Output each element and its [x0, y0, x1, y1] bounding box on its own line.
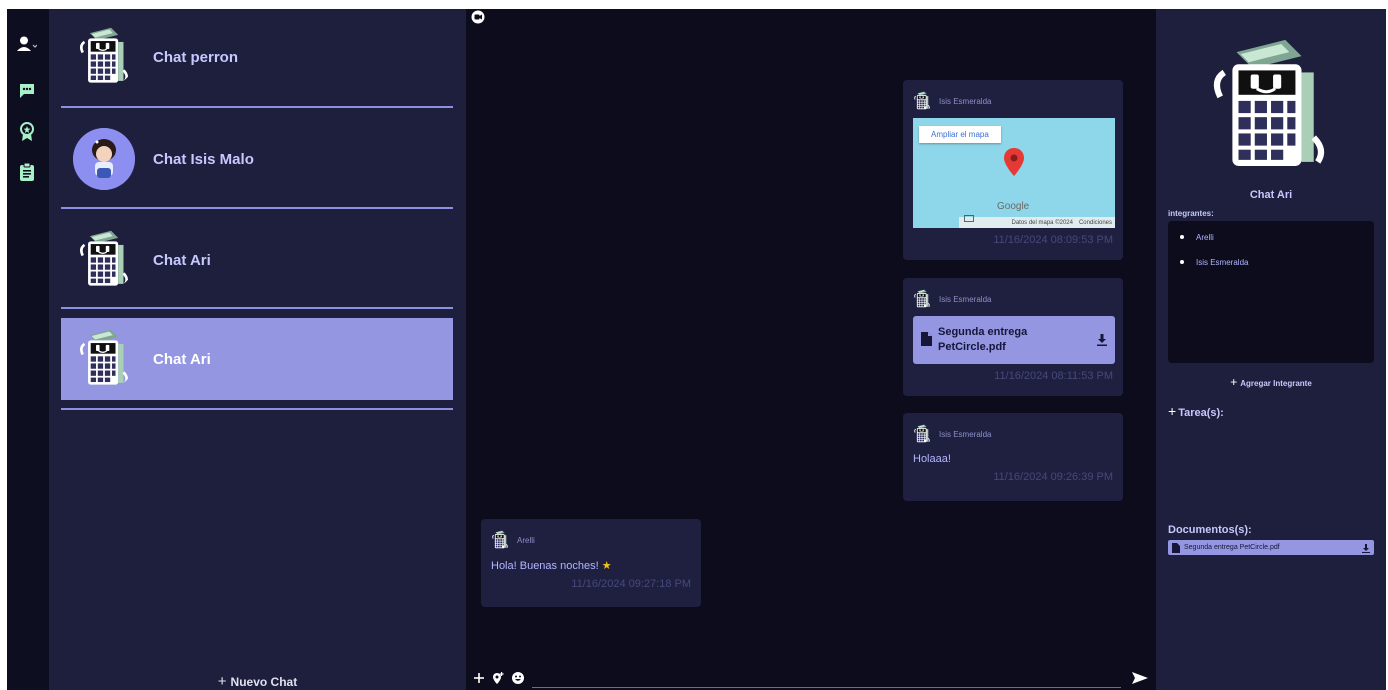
keyboard-icon[interactable] — [964, 207, 974, 226]
members-list: Arelli Isis Esmeralda — [1168, 221, 1374, 363]
group-avatar — [1208, 35, 1330, 179]
download-icon[interactable] — [1362, 538, 1370, 557]
file-icon — [921, 331, 932, 350]
message-bubble: Isis Esmeralda Ampliar el mapa Google Da… — [903, 80, 1123, 260]
sender-name: Arelli — [517, 535, 535, 545]
attach-plus-icon[interactable] — [474, 673, 484, 683]
plus-icon: + — [217, 673, 227, 690]
chat-info-panel: Chat Ari integrantes: Arelli Isis Esmera… — [1156, 9, 1386, 690]
chat-item[interactable]: Chat Ari — [61, 219, 453, 301]
member-item: Isis Esmeralda — [1180, 256, 1362, 268]
new-chat-button[interactable]: + Nuevo Chat — [49, 673, 466, 690]
message-time: 11/16/2024 08:11:53 PM — [994, 370, 1113, 382]
chat-name: Chat Ari — [153, 251, 211, 269]
conversation-panel: Isis Esmeralda Ampliar el mapa Google Da… — [466, 9, 1156, 690]
chat-list-panel: Chat perron Chat Isis Malo Chat Ari Chat… — [49, 9, 466, 690]
file-icon — [1172, 538, 1180, 557]
chat-bubble-icon[interactable] — [15, 79, 39, 103]
plus-icon: + — [1168, 403, 1177, 419]
map-pin-icon — [1004, 148, 1024, 180]
file-name: Segunda entrega PetCircle.pdf — [938, 326, 1028, 353]
chat-item-active[interactable]: Chat Ari — [61, 318, 453, 400]
message-bubble-own: Arelli Hola! Buenas noches! ★ 11/16/2024… — [481, 519, 701, 607]
plus-icon: + — [1230, 375, 1238, 389]
file-attachment[interactable]: Segunda entrega PetCircle.pdf — [913, 316, 1115, 364]
chat-name: Chat perron — [153, 48, 239, 66]
chat-avatar — [73, 229, 135, 291]
message-bubble: Isis Esmeralda Segunda entrega PetCircle… — [903, 278, 1123, 396]
chat-name: Chat Isis Malo — [153, 150, 254, 168]
message-time: 11/16/2024 09:26:39 PM — [993, 471, 1113, 483]
map-embed[interactable]: Ampliar el mapa Google Datos del mapa ©2… — [913, 118, 1115, 228]
sender-avatar — [913, 91, 931, 111]
sender-name: Isis Esmeralda — [939, 96, 992, 106]
message-time: 11/16/2024 08:09:53 PM — [993, 234, 1113, 246]
map-brand: Google — [997, 201, 1030, 212]
message-input[interactable] — [532, 687, 1121, 688]
documents-label: Documentos(s): — [1168, 524, 1252, 536]
add-task-button[interactable]: + Tarea(s): — [1168, 403, 1224, 419]
chat-name: Chat Ari — [153, 350, 211, 368]
message-composer — [466, 666, 1156, 690]
sender-name: Isis Esmeralda — [939, 294, 992, 304]
document-item[interactable]: Segunda entrega PetCircle.pdf — [1168, 540, 1374, 555]
location-add-icon[interactable] — [492, 671, 504, 685]
divider — [61, 307, 453, 309]
video-call-icon[interactable] — [471, 9, 485, 28]
expand-map-button[interactable]: Ampliar el mapa — [919, 126, 1001, 143]
sender-avatar — [913, 424, 931, 444]
divider — [61, 408, 453, 410]
member-item: Arelli — [1180, 231, 1362, 243]
emoji-icon[interactable] — [512, 672, 524, 684]
members-label: integrantes: — [1168, 209, 1214, 218]
message-text: Holaaa! — [913, 453, 951, 465]
chat-item[interactable]: Chat perron — [61, 16, 453, 98]
document-name: Segunda entrega PetCircle.pdf — [1184, 544, 1280, 551]
chat-item[interactable]: Chat Isis Malo — [61, 118, 453, 200]
divider — [61, 207, 453, 209]
message-bubble: Isis Esmeralda Holaaa! 11/16/2024 09:26:… — [903, 413, 1123, 501]
award-icon[interactable] — [15, 120, 39, 144]
message-text: Hola! Buenas noches! ★ — [491, 560, 612, 572]
clipboard-icon[interactable] — [15, 160, 39, 184]
sender-name: Isis Esmeralda — [939, 429, 992, 439]
chat-avatar — [73, 26, 135, 88]
download-icon[interactable] — [1097, 331, 1107, 350]
send-icon[interactable] — [1132, 669, 1148, 688]
chat-avatar — [73, 328, 135, 390]
map-credits: Datos del mapa ©2024 Condiciones — [959, 217, 1115, 228]
star-emoji: ★ — [601, 560, 612, 572]
chat-title: Chat Ari — [1249, 189, 1293, 201]
user-icon[interactable] — [15, 32, 39, 56]
message-time: 11/16/2024 09:27:18 PM — [571, 578, 691, 590]
divider — [61, 106, 453, 108]
sender-avatar — [491, 530, 509, 550]
sender-avatar — [913, 289, 931, 309]
chat-avatar-photo — [73, 128, 135, 190]
add-member-button[interactable]: + Agregar Integrante — [1156, 375, 1386, 389]
icon-rail — [7, 9, 49, 690]
